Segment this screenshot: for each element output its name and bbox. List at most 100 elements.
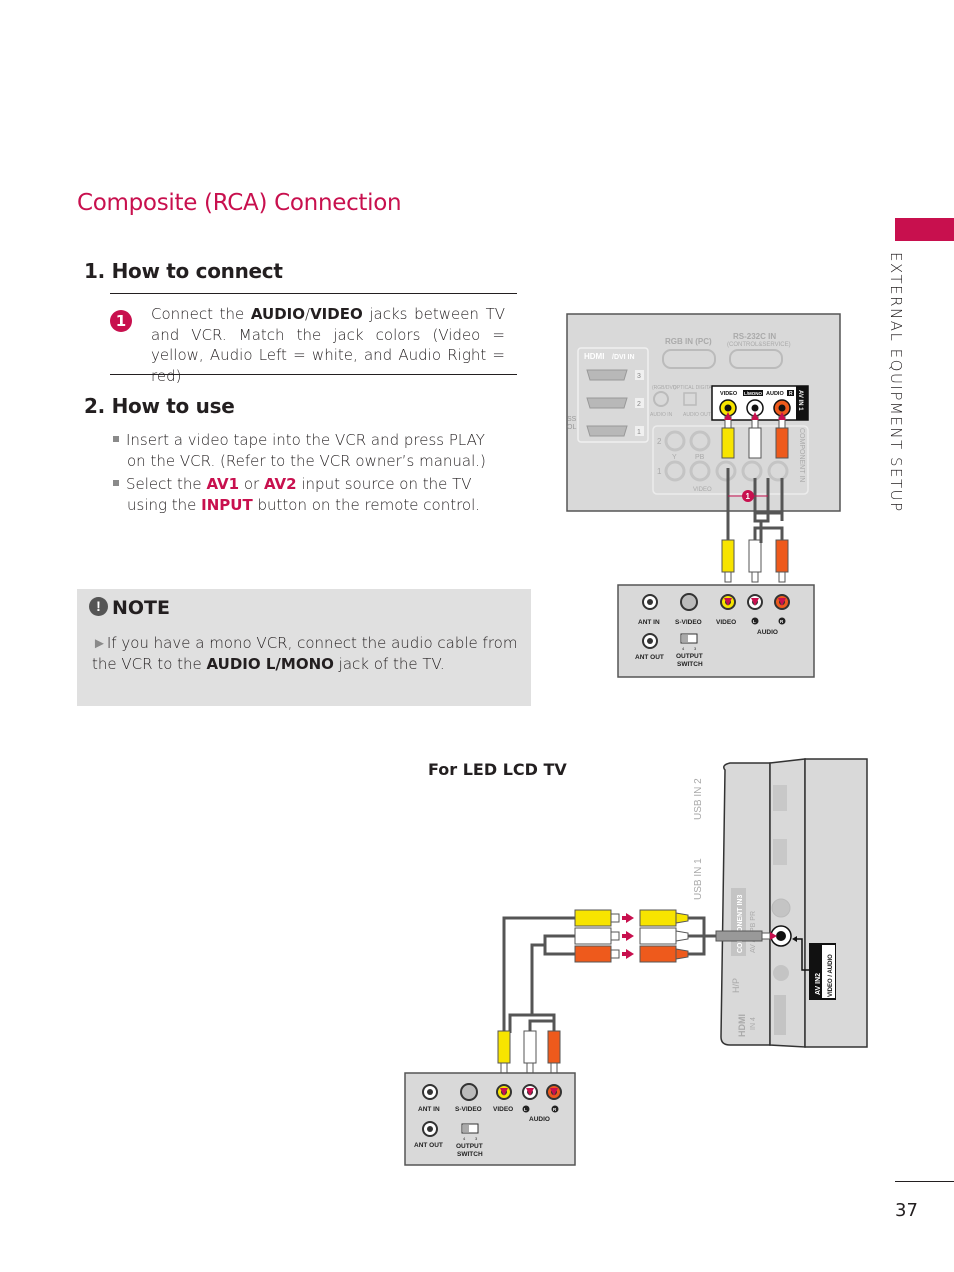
vcr-audio-label: AUDIO: [757, 629, 778, 636]
divider-top: [110, 293, 517, 294]
bullet-text: Select the: [126, 475, 207, 493]
bullet-item: Insert a video tape into the VCR and pre…: [113, 430, 503, 471]
av1-keyword: AV1: [206, 475, 240, 493]
bullet-square-icon: [113, 480, 119, 486]
audio-out-label: AUDIO OUT: [683, 412, 711, 418]
hdmi-in4-label: IN 4: [750, 1017, 757, 1030]
plug-yellow-vcr: [497, 1030, 511, 1074]
hp-label: H/P: [731, 978, 741, 993]
triangle-right-icon: ►: [92, 634, 107, 652]
divider-bottom: [110, 374, 517, 375]
av-in2-label: AV IN2: [815, 973, 822, 995]
how-to-use-list: Insert a video tape into the VCR and pre…: [113, 430, 503, 515]
vcr-s-video-label: S-VIDEO: [455, 1106, 482, 1113]
vcr-s-video-label: S-VIDEO: [675, 619, 702, 626]
plug-pair-white: [574, 927, 689, 945]
usb1-label: USB IN 1: [693, 858, 704, 900]
hdmi-port: [774, 995, 786, 1035]
hdmi-port-2: 2: [586, 397, 644, 409]
mini-plug-tip: [761, 932, 771, 940]
av-video-label: VIDEO: [720, 391, 738, 397]
component-pb-label: PB: [695, 454, 705, 461]
input-keyword: INPUT: [201, 495, 253, 514]
page-title: Composite (RCA) Connection: [77, 190, 402, 216]
rs232-label: RS-232C IN: [733, 332, 776, 341]
note-box: ! NOTE ►If you have a mono VCR, connect …: [77, 589, 531, 706]
vcr-video-label: VIDEO: [716, 619, 736, 626]
how-to-connect-heading: 1. How to connect: [84, 259, 283, 283]
usb2-port: [773, 785, 787, 811]
note-heading: NOTE: [112, 597, 170, 619]
edge-text: OL: [567, 424, 576, 431]
component-y-label: Y: [672, 454, 677, 461]
vcr-output-label: OUTPUT: [676, 653, 703, 660]
rgb-in-label: RGB IN (PC): [665, 337, 712, 346]
av-in1-label: AV IN 1: [797, 390, 803, 411]
vcr-l-label: L: [753, 619, 756, 624]
bullet-text: or: [239, 475, 264, 493]
component-in3-label: COMPONENT IN3: [737, 895, 744, 953]
bullet-square-icon: [113, 436, 119, 442]
step-badge: 1: [110, 310, 132, 332]
tv-side-back: [804, 758, 868, 1048]
vcr-switch-label: SWITCH: [457, 1151, 483, 1158]
vcr-output-label: OUTPUT: [456, 1143, 483, 1150]
hdmi-logo: HDMI: [584, 352, 604, 361]
page-number-rule: [895, 1181, 954, 1182]
jack-hole: [776, 931, 786, 941]
hdmi-logo: HDMI: [737, 1014, 747, 1037]
s-video-jack: [460, 1083, 478, 1101]
svg-text:1: 1: [637, 429, 641, 436]
video-audio-label: VIDEO / AUDIO: [828, 954, 834, 997]
component-row-label: 2: [657, 437, 662, 446]
switch-knob: [682, 635, 688, 642]
optical-label: OPTICAL DIGITAL: [673, 385, 715, 391]
plug-red-vcr: [775, 539, 789, 583]
note-text-end: jack of the TV.: [333, 654, 445, 673]
mini-plug: [715, 930, 763, 942]
bullet-text: button on the remote control.: [252, 495, 481, 514]
vcr-ant-out-label: ANT OUT: [635, 654, 664, 661]
vcr-video-label: VIDEO: [493, 1106, 513, 1113]
video-keyword: VIDEO: [310, 305, 363, 323]
note-text: ►If you have a mono VCR, connect the aud…: [92, 633, 524, 674]
audio-keyword: AUDIO: [250, 305, 306, 323]
component-row-label: 1: [657, 467, 662, 476]
plug-yellow-vcr: [721, 539, 735, 583]
hdmi-port-3: 3: [586, 369, 644, 381]
edge-text: SS: [567, 416, 577, 423]
page-number: 37: [895, 1200, 918, 1221]
component-video-label: VIDEO: [693, 487, 712, 493]
vcr-ant-out-label: ANT OUT: [414, 1142, 443, 1149]
vcr-l-label: L: [524, 1107, 527, 1112]
plug-white-vcr: [523, 1030, 537, 1074]
diagram-av-in1: HDMI /DVI IN 3 2 1 SS OL RGB IN (PC) RS-…: [566, 313, 841, 678]
plug-pair-yellow: [574, 909, 689, 927]
callout-number: 1: [746, 492, 751, 501]
audio-in-label: AUDIO IN: [650, 412, 673, 418]
component-jack: [771, 898, 791, 918]
svg-text:2: 2: [637, 401, 641, 408]
vcr-ant-in-label: ANT IN: [418, 1106, 440, 1113]
hp-jack: [773, 965, 789, 981]
svg-text:3: 3: [637, 373, 641, 380]
vcr-audio-label: AUDIO: [529, 1116, 550, 1123]
section-tab-marker: [895, 218, 954, 241]
vcr-ant-in-label: ANT IN: [638, 619, 660, 626]
plug-pair-red: [574, 945, 689, 963]
hdmi-port-1: 1: [586, 425, 644, 437]
section-tab-label: EXTERNAL EQUIPMENT SETUP: [887, 252, 905, 513]
bullet-text: Insert a video tape into the VCR and pre…: [126, 431, 486, 470]
rs232-sub-label: (CONTROL&SERVICE): [727, 342, 791, 348]
plug-red-vcr: [547, 1030, 561, 1074]
how-to-use-heading: 2. How to use: [84, 394, 235, 418]
r-label: R: [789, 391, 793, 397]
usb2-label: USB IN 2: [693, 778, 704, 820]
diagram-av-in2: USB IN 2 USB IN 1 COMPONENT IN3 AV / Y P…: [404, 758, 868, 1166]
switch-knob: [463, 1125, 469, 1132]
dvi-in-label: /DVI IN: [612, 354, 635, 361]
jack-hole: [751, 404, 759, 412]
connect-text-start: Connect the: [151, 305, 251, 323]
jack-hole: [778, 404, 786, 412]
av-audio-label: AUDIO: [766, 391, 784, 397]
